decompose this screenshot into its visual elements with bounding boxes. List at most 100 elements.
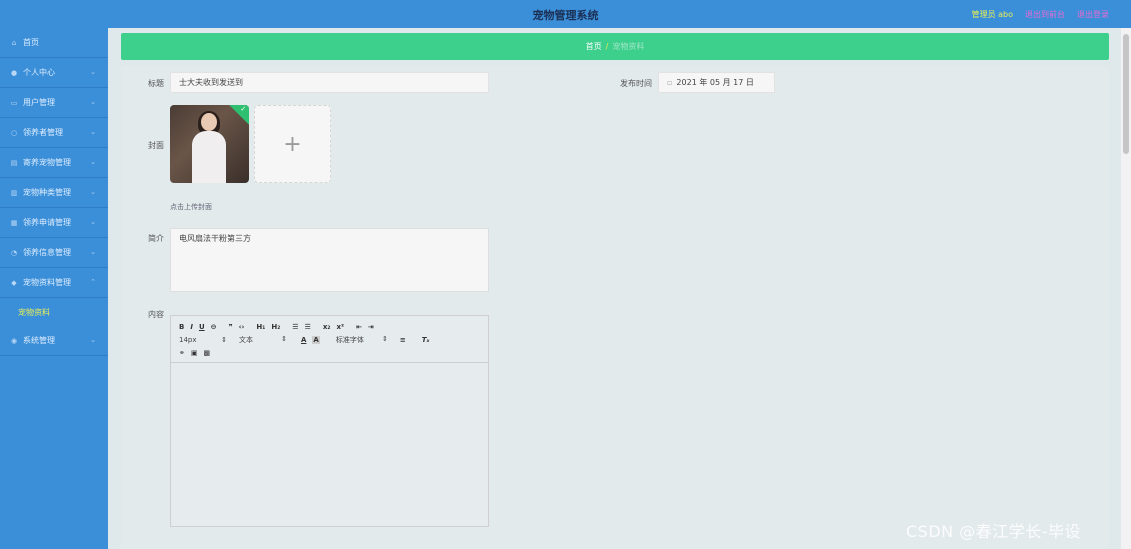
select-arrow-icon: ⇕ [381,334,388,343]
underline-button[interactable]: U [199,323,205,331]
sidebar-item-adopt-info[interactable]: ◔ 领养信息管理 ⌄ [0,238,108,268]
user-icon: ● [10,68,18,77]
sidebar-item-label: 领养信息管理 [23,248,71,257]
page-scrollbar[interactable] [1121,28,1131,549]
sidebar-item-label: 领养者管理 [23,128,63,137]
sidebar-item-pet-data[interactable]: ◆ 宠物资料管理 ⌃ [0,268,108,298]
sidebar-item-label: 用户管理 [23,98,55,107]
chevron-down-icon: ⌄ [90,158,96,166]
sidebar-item-adopt-applications[interactable]: ▦ 领养申请管理 ⌄ [0,208,108,238]
sidebar-item-profile[interactable]: ● 个人中心 ⌄ [0,58,108,88]
cover-image-thumbnail[interactable]: ✓ [170,105,249,183]
chevron-down-icon: ⌄ [90,68,96,76]
cover-photo [192,111,226,183]
sidebar-item-users[interactable]: ▭ 用户管理 ⌄ [0,88,108,118]
intro-textarea[interactable]: 电风扇法干粉第三方 [170,228,489,292]
publish-time-value: 2021 年 05 月 17 日 [676,78,754,87]
clear-format-button[interactable]: Tₓ [422,336,430,344]
app-title: 宠物管理系统 [532,9,599,22]
sidebar-item-label: 宠物资料管理 [23,278,71,287]
sidebar-item-adopters[interactable]: ○ 领养者管理 ⌄ [0,118,108,148]
ordered-list-button[interactable]: ☰ [292,323,298,331]
align-button[interactable]: ≡ [400,336,406,344]
title-input[interactable]: 士大夫收到发送到 [170,72,489,93]
settings-icon: ◉ [10,336,18,345]
chevron-down-icon: ⌄ [90,218,96,226]
upload-success-badge: ✓ [229,105,249,125]
font-family-select[interactable]: 标准字体 ⇕ [336,335,388,345]
font-size-select[interactable]: 14px ⇕ [179,336,227,344]
italic-button[interactable]: I [190,323,193,331]
paragraph-value: 文本 [239,335,253,344]
sidebar-subitem-pet-data[interactable]: 宠物资料 [0,298,108,326]
background-color-button[interactable]: A [312,335,320,344]
header-1-button[interactable]: H₁ [256,323,265,331]
cover-upload-hint: 点击上传封面 [170,203,212,211]
sidebar-item-system[interactable]: ◉ 系统管理 ⌄ [0,326,108,356]
sidebar-item-label: 个人中心 [23,68,55,77]
breadcrumb-home[interactable]: 首页 [586,41,602,52]
font-size-value: 14px [179,335,197,344]
strikethrough-button[interactable]: ⊖ [211,323,217,331]
chevron-up-icon: ⌃ [90,278,96,286]
apply-icon: ▦ [10,218,18,227]
breadcrumb-current: 宠物资料 [612,42,645,51]
sidebar-item-label: 宠物种类管理 [23,188,71,197]
watermark: CSDN @春江学长-毕设 [906,522,1081,541]
sidebar-item-label: 系统管理 [23,336,55,345]
superscript-button[interactable]: x² [336,323,344,331]
home-icon: ⌂ [11,38,17,47]
chevron-down-icon: ⌄ [90,98,96,106]
sidebar-item-label: 首页 [23,38,39,47]
select-arrow-icon: ⇕ [281,334,287,343]
subscript-button[interactable]: x₂ [323,323,331,331]
data-icon: ◆ [11,278,17,287]
info-icon: ◔ [10,248,18,257]
admin-username: 管理员 abo [971,10,1013,19]
title-label: 标题 [148,79,164,88]
cover-label: 封面 [148,141,164,150]
breadcrumb: 首页 / 宠物资料 [121,33,1109,60]
font-family-value: 标准字体 [335,335,364,344]
font-color-button[interactable]: A [301,336,306,344]
sidebar-item-foster-pets[interactable]: ▤ 寄养宠物管理 ⌄ [0,148,108,178]
upload-cover-button[interactable]: + [254,105,331,183]
image-icon[interactable]: ▣ [191,349,198,357]
chevron-down-icon: ⌄ [90,188,96,196]
publish-time-label: 发布时间 [620,79,652,88]
category-icon: ▥ [10,188,18,197]
logout-link[interactable]: 退出登录 [1077,9,1109,20]
paragraph-select[interactable]: 文本 ⇕ [239,335,287,345]
editor-toolbar: B I U ⊖ ❞ ‹› H₁ H₂ ☰ ☰ x₂ x² ⇤ ⇥ 14px ⇕ … [171,316,488,363]
outdent-button[interactable]: ⇤ [356,323,362,331]
header-2-button[interactable]: H₂ [271,323,280,331]
sidebar-item-pet-categories[interactable]: ▥ 宠物种类管理 ⌄ [0,178,108,208]
chevron-down-icon: ⌄ [90,128,96,136]
indent-button[interactable]: ⇥ [368,323,374,331]
rich-text-editor: B I U ⊖ ❞ ‹› H₁ H₂ ☰ ☰ x₂ x² ⇤ ⇥ 14px ⇕ … [170,315,489,527]
video-icon[interactable]: ▩ [204,349,211,357]
chevron-down-icon: ⌄ [90,248,96,256]
editor-content-area[interactable] [171,363,488,526]
content-label: 内容 [148,310,164,319]
scrollbar-thumb[interactable] [1123,34,1129,154]
exit-to-front-link[interactable]: 退出到前台 [1025,9,1065,20]
sidebar: ⌂ 首页 ● 个人中心 ⌄ ▭ 用户管理 ⌄ ○ 领养者管理 ⌄ ▤ 寄养宠物管… [0,28,108,549]
plus-icon: + [283,131,302,157]
adopter-icon: ○ [10,128,18,137]
header-actions: 管理员 abo 退出到前台 退出登录 [972,9,1109,20]
publish-time-picker[interactable]: ▫ 2021 年 05 月 17 日 [658,72,775,93]
bullet-list-button[interactable]: ☰ [305,323,311,331]
blockquote-button[interactable]: ❞ [229,323,233,331]
chevron-down-icon: ⌄ [90,336,96,344]
select-arrow-icon: ⇕ [221,335,227,344]
code-button[interactable]: ‹› [239,323,245,331]
sidebar-item-label: 寄养宠物管理 [23,158,71,167]
sidebar-item-home[interactable]: ⌂ 首页 [0,28,108,58]
check-icon: ✓ [240,105,247,114]
users-icon: ▭ [10,98,18,107]
sidebar-item-label: 领养申请管理 [23,218,71,227]
link-icon[interactable]: ⚭ [179,349,185,357]
bold-button[interactable]: B [179,323,184,331]
intro-label: 简介 [148,234,164,243]
